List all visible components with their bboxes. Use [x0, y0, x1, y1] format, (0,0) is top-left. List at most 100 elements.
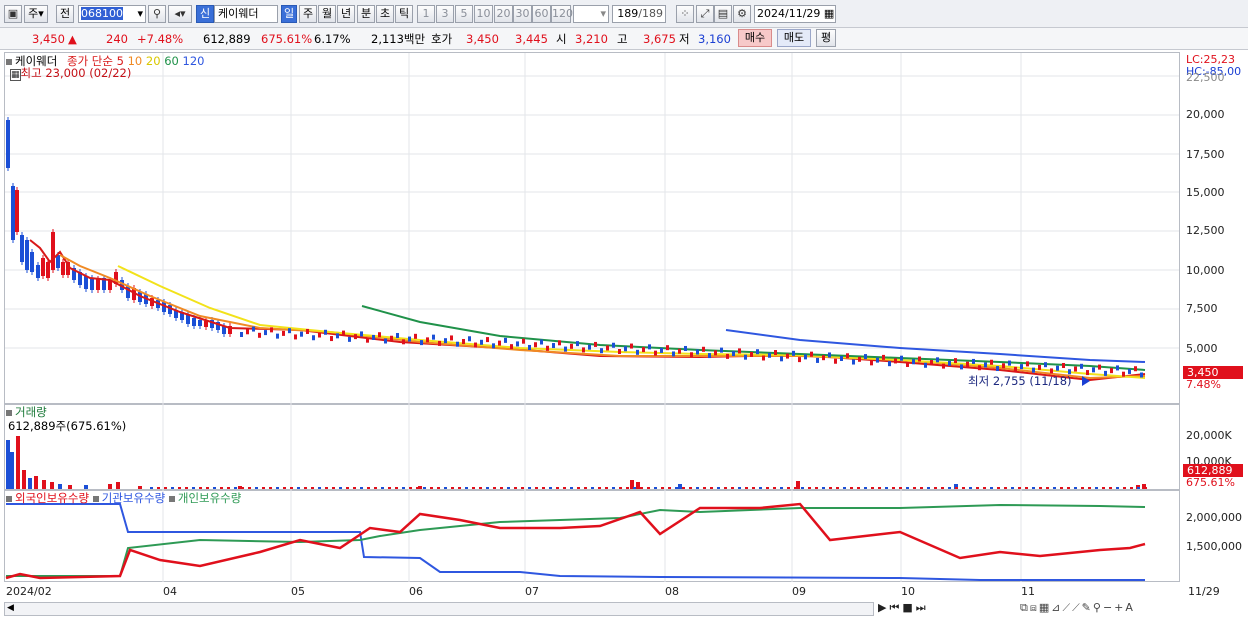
candle-body [534, 342, 537, 348]
window-icon[interactable]: ⧉ [1020, 601, 1030, 614]
y-tick: 5,000 [1186, 342, 1218, 355]
y-tick: 17,500 [1186, 148, 1225, 161]
volume-bar [192, 487, 195, 489]
volume-bar [332, 487, 335, 489]
candle-body [642, 347, 645, 353]
volume-bar [738, 487, 741, 489]
candle-body [25, 240, 29, 270]
candle-body [702, 346, 705, 352]
volume-bar [458, 487, 461, 489]
candle-body [594, 341, 597, 347]
ma10-line [59, 254, 1146, 380]
play-icon[interactable]: ▶ [878, 601, 889, 614]
volume-bar [969, 487, 972, 489]
zoom-out-icon[interactable]: − [1103, 601, 1114, 614]
volume-bar [1088, 487, 1091, 489]
volume-bar [402, 487, 405, 489]
candle-body [56, 255, 60, 268]
candle-body [378, 332, 381, 338]
calendar-icon[interactable]: ▦ [10, 69, 21, 81]
volume-bar [731, 487, 734, 489]
volume-bar [138, 486, 142, 489]
volume-bar [808, 487, 811, 489]
candle-body [504, 337, 507, 343]
y-tick: 7,500 [1186, 302, 1218, 315]
candle-body [828, 352, 831, 358]
volume-bar [535, 487, 538, 489]
candle-body [420, 340, 423, 346]
pen-icon[interactable]: ✎ [1082, 601, 1093, 614]
candle-body [648, 344, 651, 350]
volume-bar [1032, 487, 1035, 489]
volume-bar [780, 487, 783, 489]
candle-body [984, 362, 987, 368]
volume-bar [1011, 487, 1014, 489]
candle-body [870, 360, 873, 366]
candle-body [996, 366, 999, 372]
trend-icon[interactable]: ⟋ [1072, 601, 1082, 614]
x-tick: 2024/02 [6, 585, 52, 598]
volume-bar [528, 487, 531, 489]
candle-body [324, 329, 327, 335]
ma5-line [29, 239, 1146, 382]
candle-body [330, 336, 333, 342]
volume-bar [717, 487, 720, 489]
volume-bar [752, 487, 755, 489]
candle-body [1056, 365, 1059, 371]
rewind-icon[interactable]: ⏮ [889, 601, 902, 614]
volume-bar [50, 482, 54, 489]
candle-body [840, 356, 843, 361]
volume-bar [878, 487, 881, 489]
volume-bar [619, 487, 622, 489]
volume-bar [1004, 487, 1007, 489]
volume-legend: 거래량 [6, 405, 47, 419]
layout-icon[interactable]: ⧈ [1030, 601, 1039, 614]
candle-body [600, 348, 603, 354]
horizontal-scrollbar[interactable]: ◀ [4, 602, 874, 616]
volume-bar [108, 484, 112, 489]
candle-body [606, 345, 609, 351]
candle-body [198, 320, 202, 326]
candle-body [708, 353, 711, 359]
volume-bar [116, 482, 120, 489]
candle-body [1104, 370, 1107, 376]
candle-body [624, 346, 627, 352]
scroll-left-icon[interactable]: ◀ [7, 603, 14, 613]
y-tick: 12,500 [1186, 224, 1225, 237]
candle-body [558, 340, 561, 346]
candle-body [966, 361, 969, 367]
candle-body [564, 346, 567, 352]
candle-body [360, 331, 363, 337]
stop-icon[interactable]: ■ [902, 601, 915, 614]
ruler-icon[interactable]: ⊿ [1051, 601, 1062, 614]
trend-icon[interactable]: ⟋ [1062, 601, 1072, 614]
candle-body [61, 262, 65, 275]
candle-body [522, 338, 525, 344]
candle-body [240, 332, 243, 337]
volume-bar [381, 487, 384, 489]
volume-bar [710, 487, 713, 489]
volume-bar [598, 487, 601, 489]
volume-bar [234, 487, 237, 489]
zoom-icon[interactable]: ⚲ [1093, 601, 1103, 614]
volume-bar [472, 487, 475, 489]
candle-body [612, 342, 615, 348]
volume-bar [955, 487, 958, 489]
volume-bar [1067, 487, 1070, 489]
candle-body [816, 357, 819, 363]
grid-icon[interactable]: ▦ [1039, 601, 1051, 614]
candle-body [11, 186, 15, 240]
legend-square-icon [6, 58, 12, 65]
volume-bar [948, 487, 951, 489]
volume-bar [22, 470, 26, 489]
volume-bar [339, 487, 342, 489]
chart-canvas[interactable] [0, 0, 1248, 621]
zoom-in-icon[interactable]: + [1114, 601, 1125, 614]
volume-bar [493, 487, 496, 489]
candle-body [1128, 368, 1131, 374]
fast-forward-icon[interactable]: ⏭ [916, 601, 929, 614]
volume-bar [696, 487, 699, 489]
x-tick: 11 [1021, 585, 1035, 598]
holding-legend: 외국인보유수량 기관보유수량 개인보유수량 [6, 491, 241, 505]
font-icon[interactable]: A [1125, 601, 1135, 614]
